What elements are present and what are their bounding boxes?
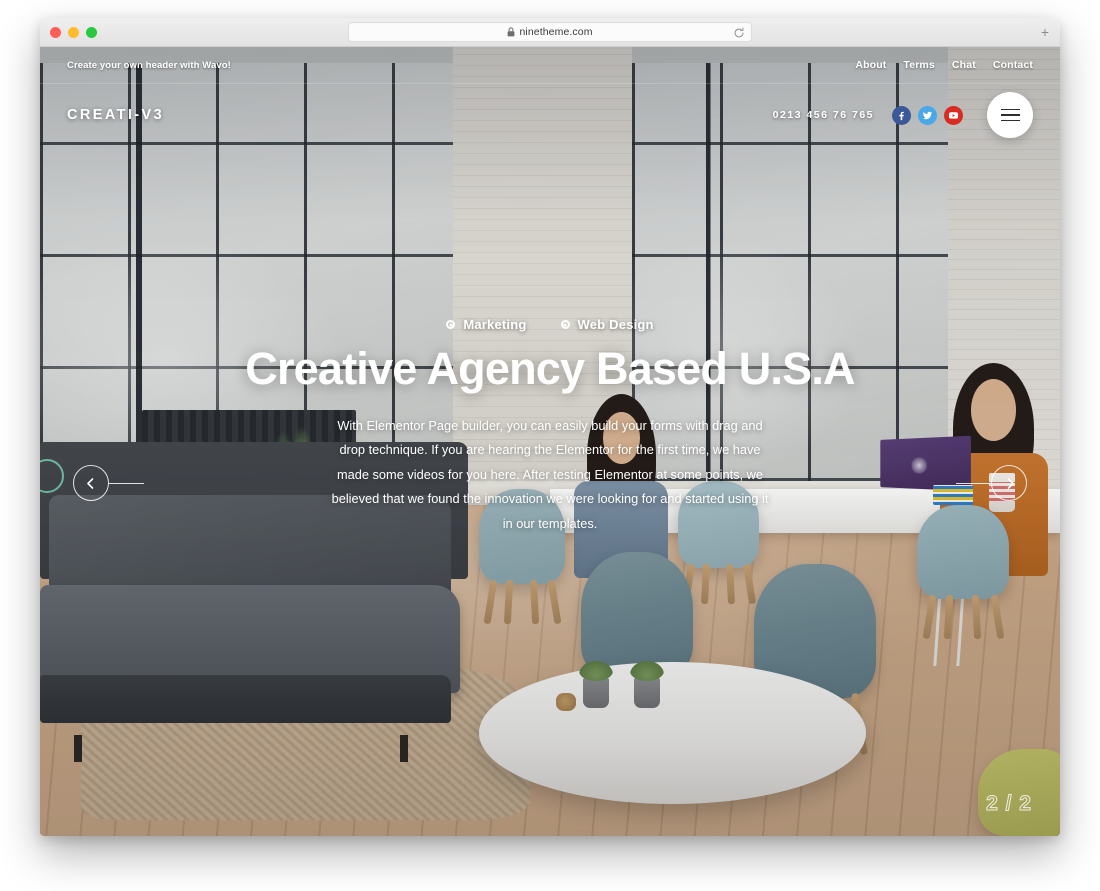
hero-section: Marketing Web Design Creative Agency Bas… [40,317,1060,536]
social-links [892,105,963,125]
bullet-dot-icon [560,320,570,329]
bullet-dot-icon [446,320,456,329]
topbar-nav: About Terms Chat Contact [855,59,1033,71]
slide-counter: 2 / 2 [986,792,1032,816]
address-bar[interactable]: ninetheme.com [348,22,752,42]
topbar-link-chat[interactable]: Chat [952,59,976,71]
twitter-icon[interactable] [918,105,937,125]
browser-chrome-bar: ninetheme.com + [40,18,1060,47]
hero-category-web-design[interactable]: Web Design [560,317,654,332]
arrow-tail [956,483,992,485]
header-phone-number[interactable]: 0213 456 76 765 [773,109,874,121]
topbar-tagline: Create your own header with Wavo! [67,59,231,71]
maximize-window-button[interactable] [86,27,97,38]
hero-category-label: Web Design [577,317,654,332]
minimize-window-button[interactable] [68,27,79,38]
hamburger-line [1000,114,1020,116]
slider-next-button[interactable] [956,465,1027,501]
topbar-link-contact[interactable]: Contact [993,59,1033,71]
hamburger-line [1000,119,1020,122]
hamburger-line [1000,108,1020,111]
page-viewport: Create your own header with Wavo! About … [40,47,1060,836]
hero-category-marketing[interactable]: Marketing [446,317,526,332]
youtube-icon[interactable] [944,105,963,125]
topbar-link-terms[interactable]: Terms [903,59,935,71]
site-topbar: Create your own header with Wavo! About … [40,47,1060,84]
hero-category-list: Marketing Web Design [40,317,1060,332]
window-traffic-lights [50,27,97,38]
facebook-icon[interactable] [892,105,911,125]
header-right-group: 0213 456 76 765 [773,92,1033,138]
site-logo[interactable]: CREATI-V3 [67,107,164,123]
arrow-tail [108,483,144,485]
browser-window: ninetheme.com + Create your own header w… [40,18,1060,836]
lock-icon [507,27,515,37]
reload-icon[interactable] [733,26,745,44]
hamburger-menu-button[interactable] [987,92,1033,138]
arrow-left-icon [86,477,93,489]
topbar-link-about[interactable]: About [855,59,886,71]
url-text: ninetheme.com [519,26,593,38]
hero-category-label: Marketing [463,317,527,332]
arrow-right-icon [1007,477,1014,489]
site-header: CREATI-V3 0213 456 76 765 [40,84,1060,146]
new-tab-button[interactable]: + [1036,23,1054,41]
close-window-button[interactable] [50,27,61,38]
slider-prev-button[interactable] [73,465,144,501]
hero-title: Creative Agency Based U.S.A [245,343,855,394]
hero-description: With Elementor Page builder, you can eas… [331,417,769,531]
